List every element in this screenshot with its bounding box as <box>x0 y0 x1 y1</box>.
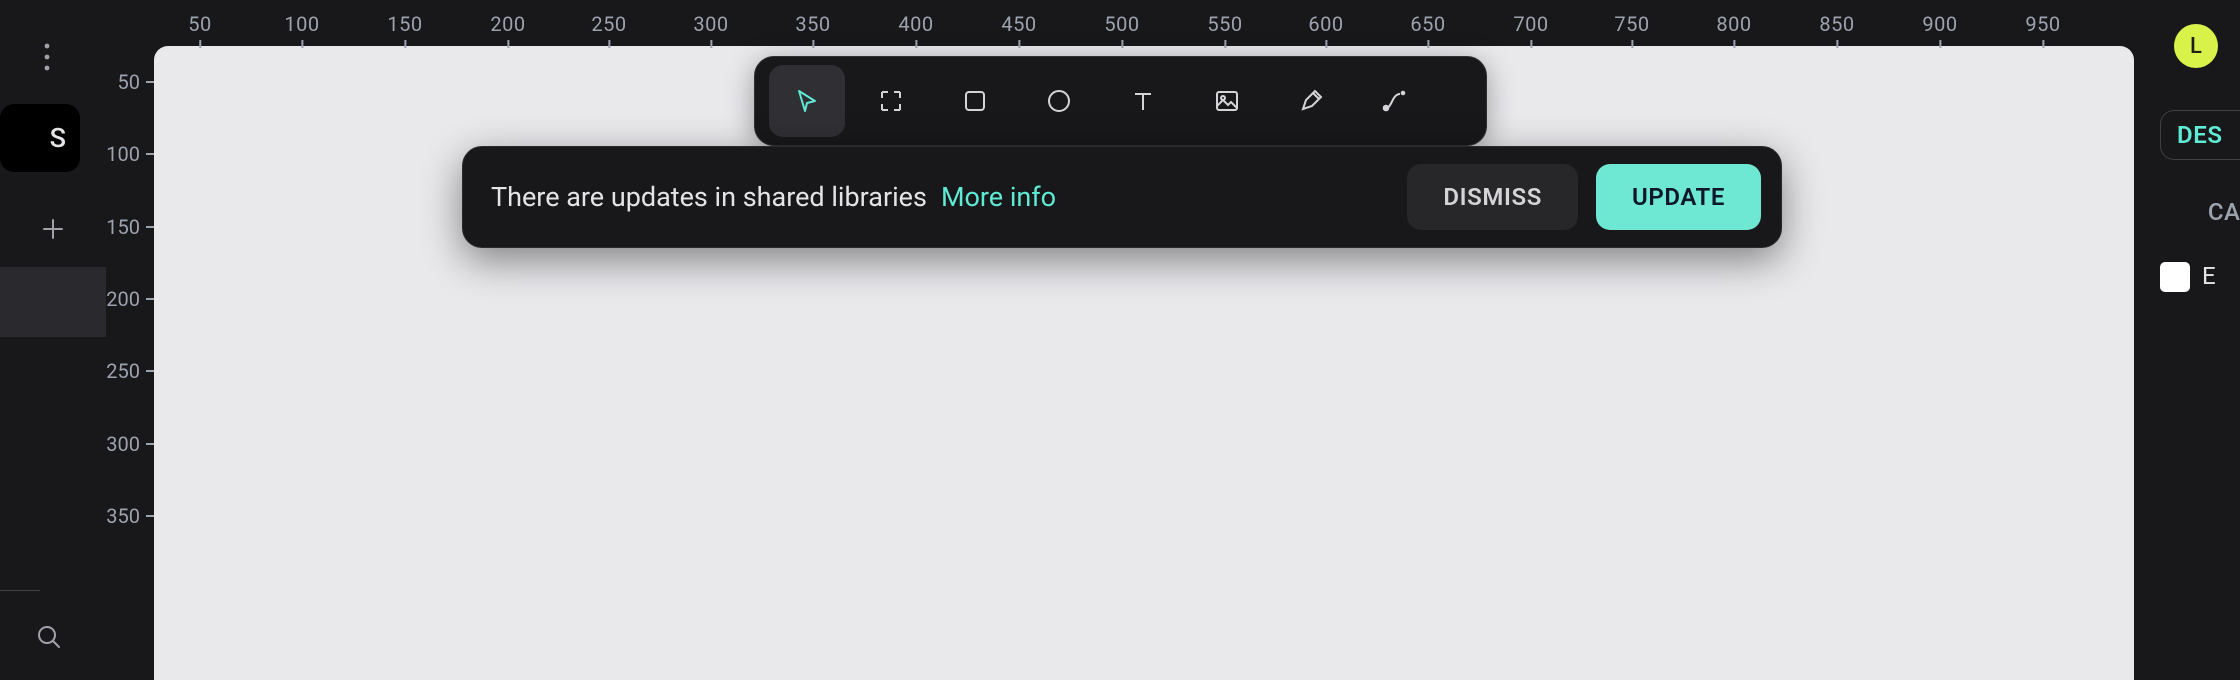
library-update-notification: There are updates in shared libraries Mo… <box>462 146 1782 248</box>
tool-pen[interactable] <box>1273 65 1349 137</box>
page-pill[interactable]: S <box>0 104 80 172</box>
user-avatar[interactable]: L <box>2174 24 2218 68</box>
search-icon[interactable] <box>34 622 64 656</box>
layer-item-selected[interactable] <box>0 267 106 337</box>
ruler-tick: 350 <box>795 12 830 48</box>
notification-message: There are updates in shared libraries <box>491 181 927 213</box>
ruler-tick: 700 <box>1513 12 1548 48</box>
canvas-section-label: CANV <box>2208 198 2240 226</box>
tool-rectangle[interactable] <box>937 65 1013 137</box>
ruler-tick: 650 <box>1410 12 1445 48</box>
more-info-link[interactable]: More info <box>941 181 1056 213</box>
ruler-tick: 200 <box>106 287 146 311</box>
ruler-tick: 750 <box>1614 12 1649 48</box>
ruler-tick: 450 <box>1001 12 1036 48</box>
dismiss-button[interactable]: DISMISS <box>1407 164 1578 230</box>
ruler-tick: 50 <box>106 70 146 94</box>
ruler-tick: 550 <box>1207 12 1242 48</box>
ruler-tick: 950 <box>2025 12 2060 48</box>
ruler-tick: 200 <box>490 12 525 48</box>
ruler-tick: 250 <box>591 12 626 48</box>
ruler-tick: 300 <box>106 432 146 456</box>
tool-text[interactable] <box>1105 65 1181 137</box>
add-page-icon[interactable] <box>38 214 68 248</box>
toolbar <box>754 56 1487 146</box>
kebab-menu-icon[interactable] <box>36 40 58 78</box>
page-pill-label: S <box>50 122 66 154</box>
ruler-tick: 150 <box>387 12 422 48</box>
ruler-tick: 100 <box>106 142 146 166</box>
sidebar-divider <box>0 590 40 591</box>
ruler-tick: 900 <box>1922 12 1957 48</box>
ruler-tick: 100 <box>284 12 319 48</box>
ruler-tick: 350 <box>106 504 146 528</box>
ruler-tick: 600 <box>1308 12 1343 48</box>
ruler-tick: 50 <box>188 12 211 48</box>
canvas-color-swatch[interactable] <box>2160 262 2190 292</box>
ruler-tick: 500 <box>1104 12 1139 48</box>
tool-pointer[interactable] <box>769 65 845 137</box>
left-sidebar: S <box>0 0 106 680</box>
tool-image[interactable] <box>1189 65 1265 137</box>
tool-frame[interactable] <box>853 65 929 137</box>
ruler-tick: 150 <box>106 215 146 239</box>
canvas-color-label: E <box>2202 262 2216 290</box>
ruler-tick: 850 <box>1819 12 1854 48</box>
update-button[interactable]: UPDATE <box>1596 164 1761 230</box>
right-panel: L DES CANV E <box>2152 0 2240 680</box>
tool-ellipse[interactable] <box>1021 65 1097 137</box>
design-tab[interactable]: DES <box>2160 110 2240 160</box>
ruler-tick: 400 <box>898 12 933 48</box>
ruler-tick: 300 <box>693 12 728 48</box>
tool-path[interactable] <box>1357 65 1433 137</box>
ruler-tick: 800 <box>1716 12 1751 48</box>
ruler-tick: 250 <box>106 359 146 383</box>
